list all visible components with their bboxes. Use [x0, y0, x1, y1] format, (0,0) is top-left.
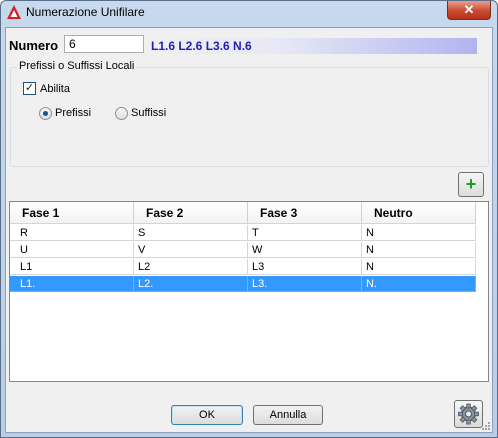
table-cell[interactable]: S	[134, 225, 248, 241]
cancel-button[interactable]: Annulla	[253, 405, 323, 425]
gear-icon	[458, 403, 479, 425]
table-cell[interactable]: L1.	[10, 276, 134, 292]
table-row[interactable]: L1 L2 L3 N	[10, 259, 476, 275]
suffissi-radio[interactable]	[115, 107, 128, 120]
prefissi-radio[interactable]	[39, 107, 52, 120]
title-bar[interactable]: Numerazione Unifilare ✕	[1, 1, 497, 23]
table-cell[interactable]: W	[248, 242, 362, 258]
table-cell[interactable]: N	[362, 242, 476, 258]
column-header-neutro[interactable]: Neutro	[362, 202, 476, 224]
phase-grid[interactable]: Fase 1 Fase 2 Fase 3 Neutro R S T N U V …	[9, 201, 489, 382]
table-cell[interactable]: L3	[248, 259, 362, 275]
resize-grip-icon[interactable]	[481, 421, 491, 431]
table-cell[interactable]: N.	[362, 276, 476, 292]
suffissi-label: Suffissi	[131, 107, 167, 119]
abilita-checkbox[interactable]: ✓	[23, 82, 36, 95]
dialog-body: Numero L1.6 L2.6 L3.6 N.6 Prefissi o Suf…	[5, 27, 493, 433]
group-title: Prefissi o Suffissi Locali	[17, 60, 137, 72]
numero-input[interactable]	[64, 35, 144, 53]
table-cell[interactable]: L3.	[248, 276, 362, 292]
table-cell[interactable]: R	[10, 225, 134, 241]
table-row[interactable]: R S T N	[10, 225, 476, 241]
table-cell[interactable]: N	[362, 225, 476, 241]
table-cell[interactable]: L1	[10, 259, 134, 275]
window-title: Numerazione Unifilare	[26, 5, 145, 19]
add-row-button[interactable]: +	[458, 172, 484, 197]
abilita-label: Abilita	[40, 83, 70, 95]
column-header-fase3[interactable]: Fase 3	[248, 202, 362, 224]
table-cell[interactable]: V	[134, 242, 248, 258]
table-cell[interactable]: U	[10, 242, 134, 258]
table-cell[interactable]: T	[248, 225, 362, 241]
ok-button[interactable]: OK	[171, 405, 243, 425]
table-cell[interactable]: L2.	[134, 276, 248, 292]
table-cell[interactable]: L2	[134, 259, 248, 275]
settings-button[interactable]	[454, 400, 483, 428]
grid-header: Fase 1 Fase 2 Fase 3 Neutro	[10, 202, 476, 224]
plus-icon: +	[465, 174, 477, 194]
autocad-logo-icon	[7, 5, 21, 19]
local-prefix-suffix-group: Prefissi o Suffissi Locali ✓ Abilita Pre…	[10, 60, 489, 167]
close-button[interactable]: ✕	[447, 1, 491, 20]
column-header-fase1[interactable]: Fase 1	[10, 202, 134, 224]
table-row[interactable]: U V W N	[10, 242, 476, 258]
column-header-fase2[interactable]: Fase 2	[134, 202, 248, 224]
table-row-selected[interactable]: L1. L2. L3. N.	[10, 276, 476, 292]
numero-label: Numero	[9, 38, 59, 53]
prefissi-label: Prefissi	[55, 107, 92, 119]
table-cell[interactable]: N	[362, 259, 476, 275]
numbering-preview: L1.6 L2.6 L3.6 N.6	[149, 38, 477, 54]
dialog-window: Numerazione Unifilare ✕ Numero L1.6 L2.6…	[0, 0, 498, 438]
